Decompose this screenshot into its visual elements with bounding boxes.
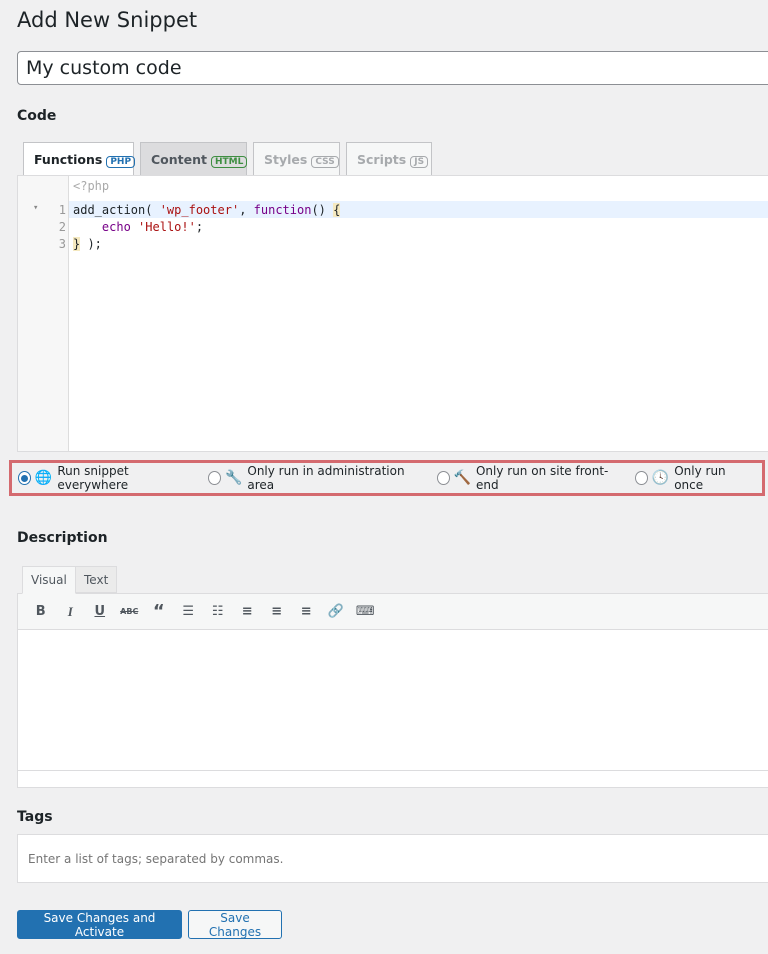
radio[interactable]	[634, 471, 648, 485]
radio[interactable]	[436, 471, 450, 485]
tab-text[interactable]: Text	[75, 566, 118, 593]
tags-input[interactable]	[17, 834, 768, 883]
bold-button[interactable]: B	[26, 604, 56, 619]
save-and-activate-button[interactable]: Save Changes and Activate	[17, 910, 182, 939]
html-badge: HTML	[211, 156, 248, 168]
line-number: 1	[58, 203, 66, 217]
option-label: Only run on site front-end	[475, 464, 609, 492]
option-label: Only run in administration area	[247, 464, 405, 492]
code-editor[interactable]: <?php ▾ 1 2 3 add_action( 'wp_footer', f…	[17, 175, 768, 452]
toolbar-toggle-button[interactable]: ⌨	[351, 604, 381, 619]
code-heading: Code	[17, 108, 57, 124]
tab-functions[interactable]: Functions PHP	[23, 142, 136, 176]
tab-styles[interactable]: Styles CSS	[253, 142, 340, 175]
scope-admin[interactable]: 🔧 Only run in administration area	[208, 464, 419, 492]
tab-scripts[interactable]: Scripts JS	[346, 142, 432, 175]
save-button[interactable]: Save Changes	[188, 910, 282, 939]
css-badge: CSS	[311, 156, 339, 168]
blockquote-button[interactable]: “	[144, 601, 174, 622]
tags-heading: Tags	[17, 809, 53, 825]
line-number: 2	[58, 220, 66, 234]
code-line: add_action( 'wp_footer', function() {	[73, 203, 341, 217]
option-label: Run snippet everywhere	[57, 464, 129, 492]
bullet-list-button[interactable]: ☰	[174, 604, 204, 619]
tab-content[interactable]: Content HTML	[140, 142, 248, 175]
php-prefix: <?php	[73, 179, 110, 193]
clock-icon: 🕓	[651, 470, 670, 486]
hammer-icon: 🔨	[453, 470, 471, 486]
tab-label: Functions	[34, 152, 103, 167]
radio[interactable]	[18, 471, 31, 485]
line-number: 3	[58, 237, 66, 251]
scope-selector: 🌐 Run snippet everywhere 🔧 Only run in adm…	[9, 460, 765, 496]
strikethrough-button[interactable]: ABC	[115, 607, 145, 616]
align-left-button[interactable]: ≡	[233, 604, 263, 619]
tab-visual[interactable]: Visual	[22, 566, 76, 594]
page-title: Add New Snippet	[17, 8, 198, 32]
editor-statusbar	[18, 770, 768, 787]
underline-button[interactable]: U	[85, 604, 115, 619]
description-editor[interactable]	[17, 630, 768, 788]
radio[interactable]	[208, 471, 221, 485]
numbered-list-button[interactable]: ☷	[203, 604, 233, 619]
align-right-button[interactable]: ≡	[292, 604, 322, 619]
code-line: } );	[73, 237, 102, 251]
snippet-title-input[interactable]	[17, 51, 768, 85]
link-button[interactable]: 🔗	[321, 604, 351, 619]
option-label: Only run once	[674, 464, 726, 492]
tab-label: Scripts	[357, 152, 407, 167]
code-line: echo 'Hello!';	[101, 220, 204, 234]
js-badge: JS	[410, 156, 429, 168]
editor-toolbar: B I U ABC “ ☰ ☷ ≡ ≡ ≡ 🔗 ⌨	[17, 593, 768, 630]
line-gutter	[18, 176, 69, 451]
tab-label: Content	[151, 152, 207, 167]
wrench-icon: 🔧	[224, 470, 243, 486]
scope-once[interactable]: 🕓 Only run once	[634, 464, 750, 492]
php-badge: PHP	[106, 156, 136, 168]
description-heading: Description	[17, 530, 108, 546]
scope-everywhere[interactable]: 🌐 Run snippet everywhere	[18, 464, 190, 492]
italic-button[interactable]: I	[56, 604, 86, 620]
align-center-button[interactable]: ≡	[262, 604, 292, 619]
tab-label: Styles	[264, 152, 308, 167]
globe-icon: 🌐	[34, 470, 53, 486]
scope-front-end[interactable]: 🔨 Only run on site front-end	[436, 464, 617, 492]
